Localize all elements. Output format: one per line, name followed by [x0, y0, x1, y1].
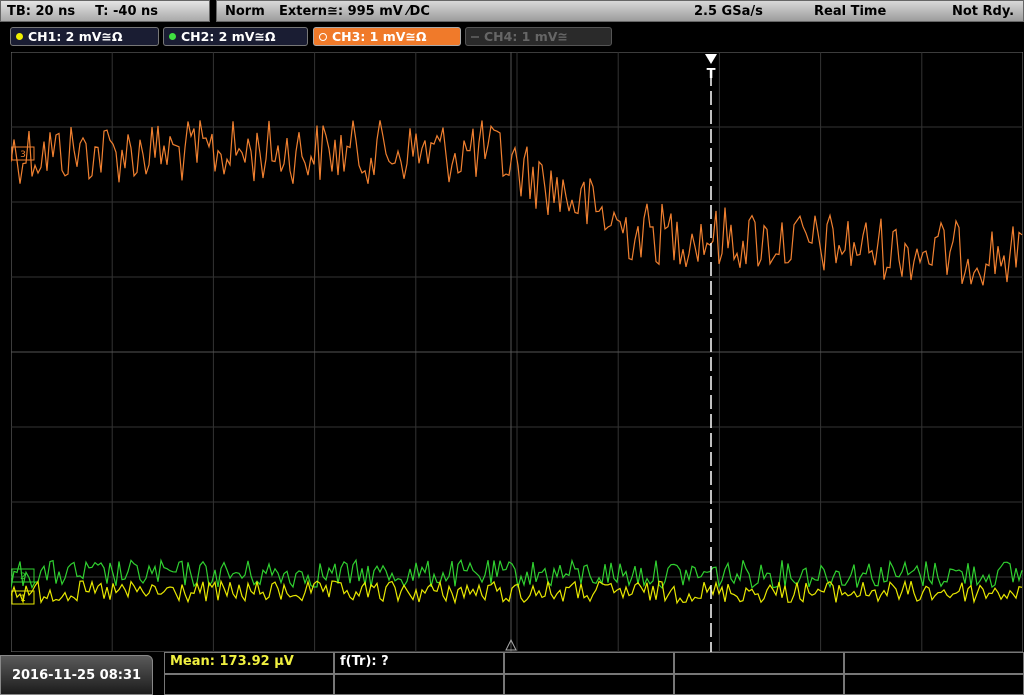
channel-2-indicator-icon — [169, 33, 176, 40]
svg-text:2: 2 — [20, 572, 26, 582]
channel-2-label: CH2: 2 mV≅Ω — [181, 29, 276, 44]
trigger-source: Extern≅: 995 mV ⁄DC — [279, 4, 430, 19]
channel-bar: CH1: 2 mV≅Ω CH2: 2 mV≅Ω CH3: 1 mV≅Ω CH4:… — [0, 24, 1024, 50]
svg-text:1: 1 — [20, 594, 26, 604]
trigger-time-label: T: -40 ns — [95, 3, 159, 19]
channel-3-label: CH3: 1 mV≅Ω — [332, 29, 427, 44]
measurement-cell-7[interactable] — [334, 674, 504, 695]
acquisition-mode: Real Time — [814, 4, 887, 19]
measurement-cell-5[interactable] — [844, 652, 1024, 674]
channel-4-label: CH4: 1 mV≅ — [484, 29, 568, 44]
channel-3-button[interactable]: CH3: 1 mV≅Ω — [313, 27, 461, 46]
trigger-marker-label: T — [707, 67, 716, 82]
trigger-frequency-measurement: f(Tr): ? — [340, 654, 389, 669]
sample-rate: 2.5 GSa/s — [694, 4, 763, 19]
channel-3-indicator-icon — [319, 32, 327, 41]
measurement-cell-10[interactable] — [844, 674, 1024, 695]
measurement-cell-6[interactable] — [164, 674, 334, 695]
channel-1-label: CH1: 2 mV≅Ω — [28, 29, 123, 44]
measurement-cell-4[interactable] — [674, 652, 844, 674]
measurement-cell-9[interactable] — [674, 674, 844, 695]
channel-4-indicator-icon — [471, 35, 479, 38]
svg-text:3: 3 — [20, 150, 26, 160]
run-state: Not Rdy. — [952, 4, 1015, 19]
measurement-cell-8[interactable] — [504, 674, 674, 695]
top-status-bar: TB: 20 ns T: -40 ns Norm Extern≅: 995 mV… — [0, 0, 1024, 24]
measurement-cell-3[interactable] — [504, 652, 674, 674]
acquisition-status[interactable]: Norm Extern≅: 995 mV ⁄DC 2.5 GSa/s Real … — [216, 0, 1024, 22]
timebase-label: TB: 20 ns — [7, 3, 76, 19]
waveform-display[interactable]: T 3 2 1 — [11, 52, 1023, 652]
channel-2-button[interactable]: CH2: 2 mV≅Ω — [163, 27, 308, 46]
channel-4-button[interactable]: CH4: 1 mV≅ — [465, 27, 612, 46]
trigger-mode: Norm — [225, 4, 265, 19]
timebase-box[interactable]: TB: 20 ns T: -40 ns — [0, 0, 210, 22]
datetime-label: 2016-11-25 08:31 — [11, 667, 142, 683]
mean-measurement: Mean: 173.92 µV — [170, 654, 294, 669]
datetime-display[interactable]: 2016-11-25 08:31 — [0, 655, 153, 695]
channel-1-indicator-icon — [16, 33, 23, 40]
channel-1-button[interactable]: CH1: 2 mV≅Ω — [10, 27, 159, 46]
